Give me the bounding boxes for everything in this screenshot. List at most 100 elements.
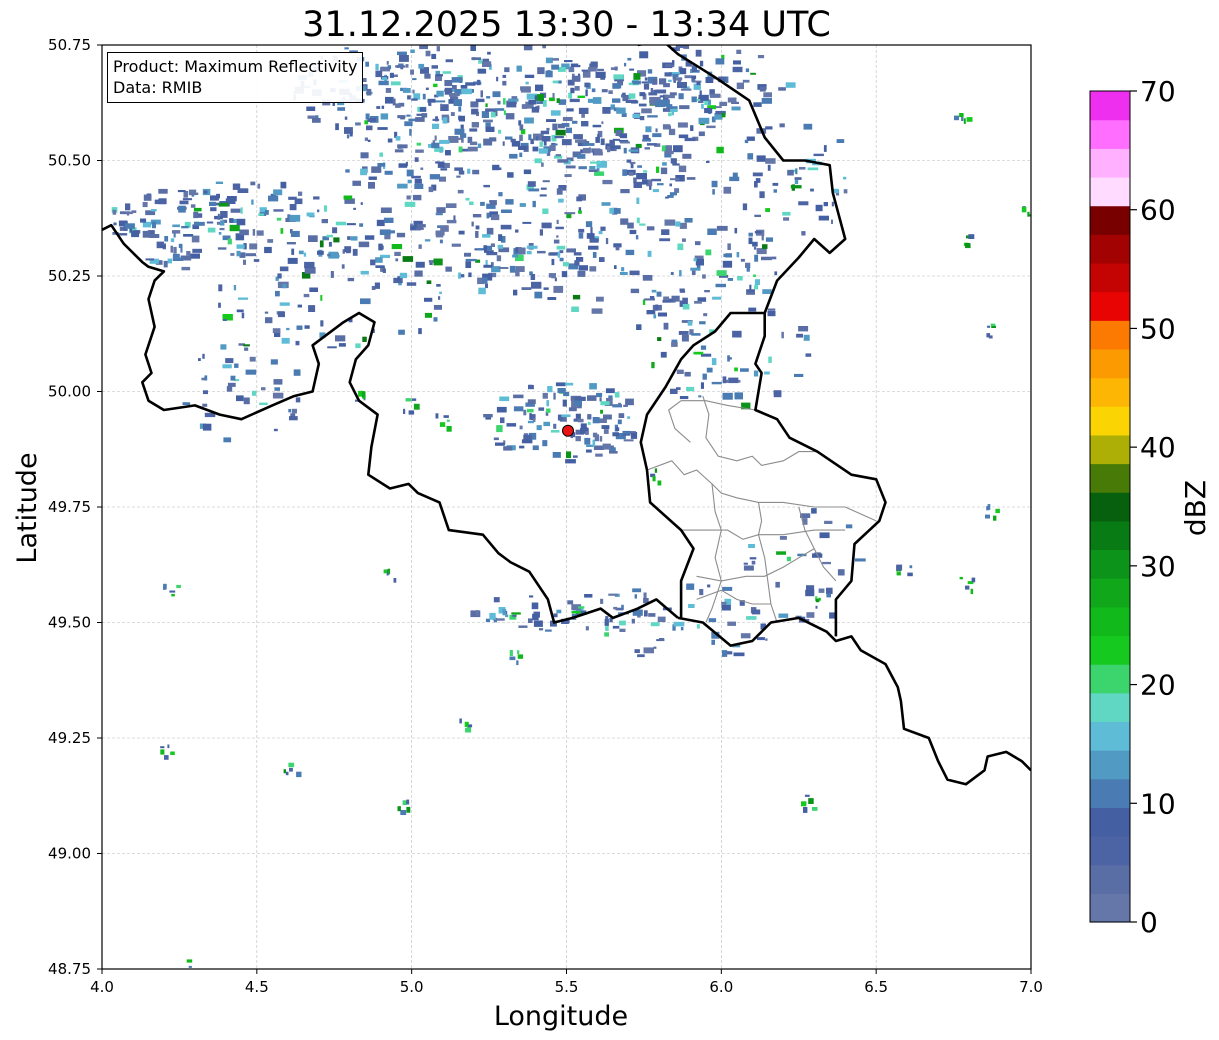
echo-cell — [605, 388, 615, 394]
echo-cell — [679, 290, 686, 293]
echo-cell — [273, 189, 283, 196]
echo-cell — [589, 166, 596, 170]
echo-cell — [516, 65, 522, 72]
echo-cell — [660, 167, 668, 175]
echo-cell — [653, 314, 657, 319]
echo-cell — [398, 329, 405, 335]
echo-cell — [458, 106, 462, 112]
echo-cell — [543, 421, 551, 427]
echo-cell — [801, 801, 807, 807]
echo-cell — [1034, 204, 1036, 209]
echo-cell — [291, 248, 295, 255]
echo-cell — [229, 218, 234, 223]
echo-cell — [807, 167, 819, 171]
echo-cell — [290, 230, 300, 237]
echo-cell — [744, 139, 749, 144]
echo-cell — [668, 79, 672, 82]
colorbar-swatch — [1090, 750, 1130, 780]
colorbar-tick-label: 20 — [1140, 669, 1176, 702]
echo-cell — [344, 47, 349, 50]
echo-cell — [634, 649, 640, 653]
echo-cell — [483, 119, 493, 123]
echo-cell — [515, 229, 519, 233]
echo-cell — [526, 245, 538, 249]
colorbar-swatch — [1090, 635, 1130, 665]
echo-cell — [410, 49, 415, 53]
echo-cell — [614, 392, 620, 398]
echo-cell — [414, 270, 423, 277]
echo-cell — [752, 609, 761, 615]
echo-cell — [425, 50, 431, 57]
echo-cell — [690, 125, 694, 131]
echo-cell — [218, 232, 222, 235]
echo-cell — [691, 75, 697, 79]
echo-cell — [843, 189, 848, 194]
echo-cell — [546, 408, 551, 413]
echo-cell — [686, 177, 696, 180]
echo-cell — [523, 41, 530, 44]
echo-cell — [451, 243, 461, 247]
echo-cell — [595, 71, 606, 78]
echo-cell — [715, 106, 722, 109]
echo-cell — [682, 153, 692, 159]
echo-cell — [552, 93, 555, 98]
echo-cell — [742, 203, 748, 211]
echo-cell — [677, 243, 684, 251]
echo-cell — [663, 296, 670, 301]
echo-cell — [498, 267, 509, 269]
echo-cell — [227, 238, 232, 245]
echo-cell — [288, 409, 292, 413]
echo-cell — [508, 98, 519, 102]
echo-cell — [163, 260, 168, 268]
echo-cell — [587, 414, 592, 420]
echo-cell — [665, 196, 669, 199]
echo-cell — [573, 252, 582, 256]
echo-cell — [636, 197, 640, 204]
echo-cell — [664, 72, 672, 77]
echo-cell — [633, 100, 639, 104]
y-tick-label: 50.50 — [48, 152, 91, 170]
echo-cell — [723, 253, 730, 258]
echo-cell — [547, 70, 551, 75]
colorbar-swatch — [1090, 434, 1130, 465]
echo-cell — [542, 440, 548, 447]
echo-cell — [565, 382, 574, 386]
echo-cell — [436, 46, 440, 52]
echo-cell — [538, 148, 548, 154]
echo-cell — [748, 237, 753, 245]
echo-cell — [801, 231, 806, 236]
echo-cell — [577, 154, 586, 159]
echo-cell — [264, 210, 269, 215]
echo-cell — [193, 221, 205, 226]
echo-cell — [635, 143, 642, 148]
echo-cell — [397, 144, 408, 149]
echo-cell — [696, 99, 701, 102]
echo-cell — [395, 136, 401, 141]
echo-cell — [652, 189, 659, 193]
echo-cell — [537, 250, 546, 254]
echo-cell — [633, 73, 641, 80]
echo-cell — [445, 59, 453, 63]
echo-cell — [588, 169, 598, 172]
echo-cell — [163, 583, 167, 590]
echo-cell — [503, 98, 506, 105]
echo-cell — [504, 67, 510, 73]
echo-cell — [691, 333, 701, 336]
echo-cell — [402, 256, 414, 262]
echo-cell — [678, 165, 687, 173]
echo-cell — [779, 123, 785, 128]
echo-cell — [677, 122, 688, 128]
echo-cell — [407, 179, 412, 184]
echo-cell — [643, 647, 654, 654]
echo-cell — [591, 88, 596, 93]
echo-cell — [298, 191, 303, 196]
echo-cell — [293, 369, 301, 376]
colorbar-tick-label: 70 — [1140, 75, 1176, 108]
echo-cell — [524, 74, 535, 78]
echo-cell — [494, 108, 505, 111]
echo-cell — [670, 178, 680, 181]
colorbar-swatch — [1090, 492, 1130, 522]
echo-cell — [577, 95, 586, 98]
echo-cell — [573, 134, 583, 140]
echo-cell — [349, 132, 353, 137]
